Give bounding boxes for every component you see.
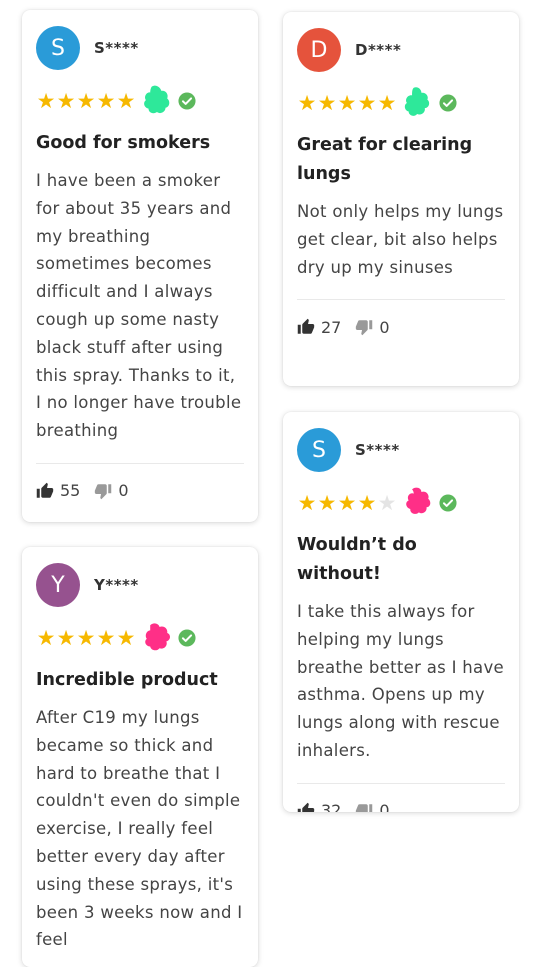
- vote-row: 55 0: [36, 464, 244, 518]
- reviewer-name: S****: [355, 441, 400, 459]
- like-count: 32: [321, 801, 342, 812]
- verified-check-icon: [178, 92, 196, 110]
- review-body: After C19 my lungs became so thick and h…: [36, 708, 243, 950]
- star-filled-icon: ★: [377, 90, 397, 115]
- review-card: D D**** ★ ★ ★ ★ ★ Great for clearing lungs N…: [283, 12, 519, 386]
- reviewer-name: S****: [94, 39, 139, 57]
- star-rating: ★ ★ ★ ★ ★: [297, 90, 397, 115]
- star-filled-icon: ★: [357, 490, 377, 515]
- review-title: Incredible product: [36, 670, 218, 690]
- like-count: 55: [60, 481, 81, 501]
- star-rating: ★ ★ ★ ★ ★: [36, 625, 136, 650]
- dislike-count: 0: [379, 801, 390, 812]
- avatar: Y: [36, 563, 80, 607]
- verified-check-icon: [439, 494, 457, 512]
- rating-row: ★ ★ ★ ★ ★: [297, 485, 505, 521]
- rating-row: ★ ★ ★ ★ ★: [36, 83, 244, 119]
- star-rating: ★ ★ ★ ★ ★: [297, 490, 397, 515]
- thumbs-up-icon[interactable]: [36, 482, 54, 500]
- star-filled-icon: ★: [317, 90, 337, 115]
- dislike-count: 0: [379, 317, 390, 337]
- sticker-blob-icon: [144, 85, 170, 114]
- review-header: D D****: [297, 28, 505, 72]
- star-filled-icon: ★: [297, 490, 317, 515]
- verified-check-icon: [178, 629, 196, 647]
- review-card: S S**** ★ ★ ★ ★ ★ Wouldn’t do without! I tak…: [283, 412, 519, 812]
- review-header: S S****: [36, 26, 244, 70]
- reviewer-name: Y****: [94, 576, 139, 594]
- star-empty-icon: ★: [377, 490, 397, 515]
- thumbs-down-icon[interactable]: [94, 482, 112, 500]
- vote-row: 32 0: [297, 784, 505, 812]
- sticker-blob-icon: [145, 623, 170, 651]
- review-header: S S****: [297, 428, 505, 472]
- review-body: I have been a smoker for about 35 years …: [36, 171, 242, 441]
- sticker-blob-icon: [404, 87, 430, 116]
- star-filled-icon: ★: [297, 90, 317, 115]
- star-filled-icon: ★: [56, 88, 76, 113]
- review-title: Great for clearing lungs: [297, 135, 473, 184]
- star-filled-icon: ★: [76, 88, 96, 113]
- star-filled-icon: ★: [357, 90, 377, 115]
- star-rating: ★ ★ ★ ★ ★: [36, 88, 136, 113]
- sticker-blob-icon: [406, 487, 431, 514]
- review-body: Not only helps my lungs get clear, bit a…: [297, 202, 504, 277]
- avatar: D: [297, 28, 341, 72]
- thumbs-up-icon[interactable]: [297, 318, 315, 336]
- star-filled-icon: ★: [317, 490, 337, 515]
- star-filled-icon: ★: [116, 625, 136, 650]
- rating-row: ★ ★ ★ ★ ★: [36, 620, 244, 656]
- thumbs-down-icon[interactable]: [355, 802, 373, 812]
- star-filled-icon: ★: [76, 625, 96, 650]
- review-card: S S**** ★ ★ ★ ★ ★ Good for smokers I have be…: [22, 10, 258, 522]
- star-filled-icon: ★: [96, 88, 116, 113]
- star-filled-icon: ★: [116, 88, 136, 113]
- like-count: 27: [321, 317, 342, 337]
- avatar: S: [36, 26, 80, 70]
- review-title: Good for smokers: [36, 133, 211, 153]
- avatar: S: [297, 428, 341, 472]
- star-filled-icon: ★: [337, 490, 357, 515]
- star-filled-icon: ★: [36, 88, 56, 113]
- reviewer-name: D****: [355, 41, 402, 59]
- star-filled-icon: ★: [337, 90, 357, 115]
- dislike-count: 0: [118, 481, 129, 501]
- review-card: Y Y**** ★ ★ ★ ★ ★ Incredible product After C…: [22, 547, 258, 967]
- vote-row: 27 0: [297, 300, 505, 354]
- review-body: I take this always for helping my lungs …: [297, 602, 504, 760]
- rating-row: ★ ★ ★ ★ ★: [297, 85, 505, 121]
- thumbs-up-icon[interactable]: [297, 802, 315, 812]
- thumbs-down-icon[interactable]: [355, 318, 373, 336]
- verified-check-icon: [439, 94, 457, 112]
- review-header: Y Y****: [36, 563, 244, 607]
- star-filled-icon: ★: [56, 625, 76, 650]
- star-filled-icon: ★: [36, 625, 56, 650]
- star-filled-icon: ★: [96, 625, 116, 650]
- review-title: Wouldn’t do without!: [297, 535, 417, 584]
